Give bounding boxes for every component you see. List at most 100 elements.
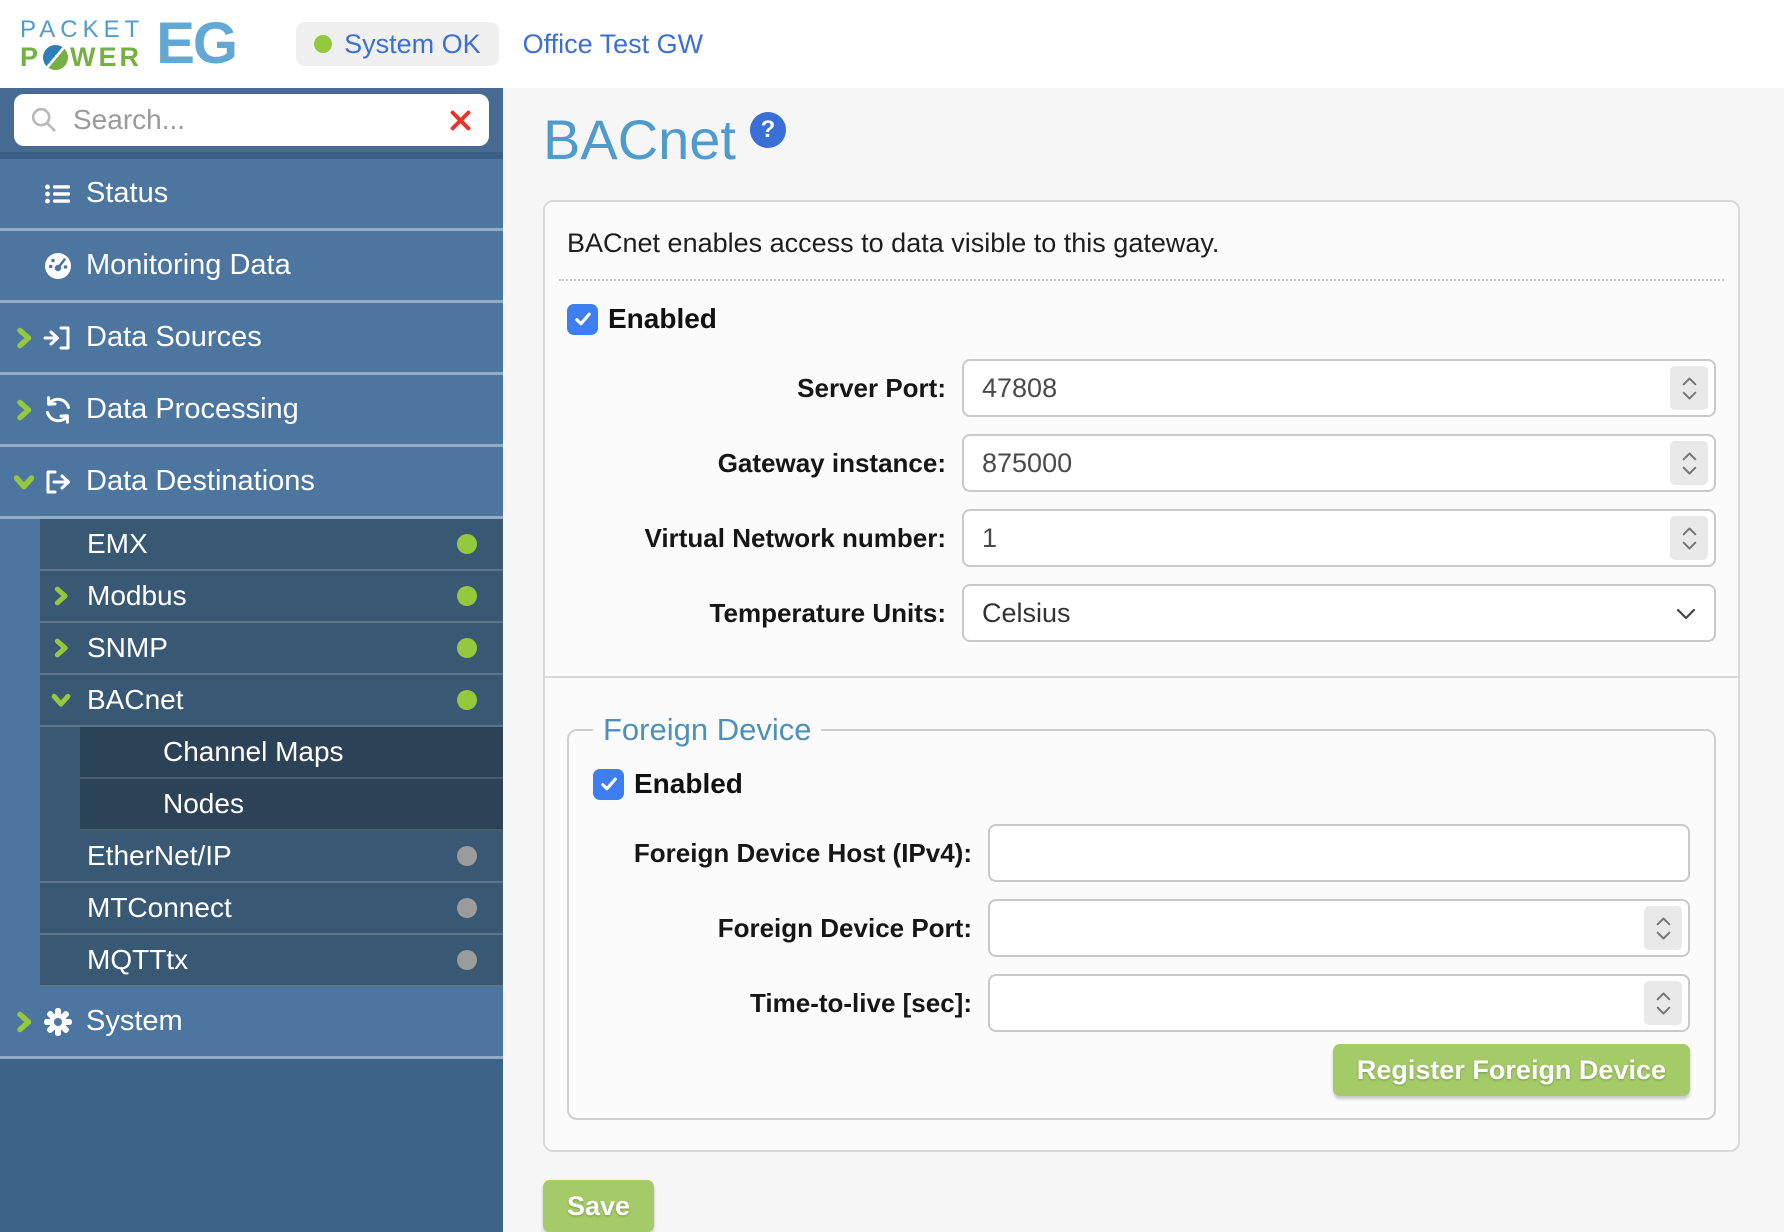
sidebar-item-data-sources-label: Data Sources	[86, 321, 262, 354]
status-dot	[457, 586, 477, 606]
status-dot	[457, 950, 477, 970]
status-dot	[457, 690, 477, 710]
time-to-live-sec-stepper[interactable]	[1644, 981, 1682, 1025]
sidebar-item-ethernet-ip[interactable]: EtherNet/IP	[40, 831, 503, 883]
search-icon	[29, 105, 59, 135]
sidebar: Status Monitoring Data Data Sources Data Pr…	[0, 88, 503, 1232]
chevron-down-icon	[12, 470, 38, 494]
server-port-row: Server Port:	[567, 359, 1716, 417]
bacnet-enabled-row: Enabled	[567, 303, 1716, 335]
sidebar-search	[0, 88, 503, 159]
foreign-device-port-input[interactable]	[988, 899, 1690, 957]
sidebar-item-data-processing-label: Data Processing	[86, 393, 299, 426]
foreign-device-enabled-label: Enabled	[634, 768, 743, 800]
list-icon	[42, 178, 74, 210]
sign-out-icon	[42, 466, 74, 498]
help-icon[interactable]: ?	[750, 112, 786, 148]
power-swirl-icon	[40, 42, 71, 73]
sidebar-item-ethernet-ip-label: EtherNet/IP	[87, 840, 232, 872]
status-dot	[457, 638, 477, 658]
bacnet-enabled-label: Enabled	[608, 303, 717, 335]
sidebar-item-bacnet-label: BACnet	[87, 684, 184, 716]
status-dot	[457, 846, 477, 866]
sidebar-item-monitoring-data[interactable]: Monitoring Data	[0, 231, 503, 303]
virtual-network-number-label: Virtual Network number:	[567, 523, 962, 554]
foreign-device-legend: Foreign Device	[593, 712, 821, 748]
sidebar-item-system[interactable]: System	[0, 987, 503, 1059]
sidebar-item-emx-label: EMX	[87, 528, 148, 560]
foreign-device-port-stepper[interactable]	[1644, 906, 1682, 950]
server-port-input[interactable]	[962, 359, 1716, 417]
gateway-instance-label: Gateway instance:	[567, 448, 962, 479]
logo-eg-text: EG	[156, 18, 236, 70]
sidebar-item-status-label: Status	[86, 177, 168, 210]
clear-search-icon[interactable]	[447, 107, 474, 134]
sidebar-item-nodes[interactable]: Nodes	[80, 779, 503, 831]
sidebar-nav: Status Monitoring Data Data Sources Data Pr…	[0, 159, 503, 1059]
sidebar-item-data-destinations[interactable]: Data Destinations	[0, 447, 503, 519]
app-header: PACKET PWER EG System OK Office Test GW	[0, 0, 1784, 88]
status-dot	[457, 898, 477, 918]
bacnet-general-section: BACnet enables access to data visible to…	[545, 202, 1738, 676]
sidebar-item-channel-maps[interactable]: Channel Maps	[80, 727, 503, 779]
gateway-instance-row: Gateway instance:	[567, 434, 1716, 492]
system-status-badge[interactable]: System OK	[296, 22, 499, 66]
chevron-right-icon	[12, 326, 38, 350]
sidebar-item-status[interactable]: Status	[0, 159, 503, 231]
chevron-right-icon	[12, 1010, 38, 1034]
foreign-device-enabled-row: Enabled	[593, 768, 1690, 800]
app-window: PACKET PWER EG System OK Office Test GW …	[0, 0, 1784, 1232]
sidebar-item-data-processing[interactable]: Data Processing	[0, 375, 503, 447]
gateway-instance-stepper[interactable]	[1670, 441, 1708, 485]
chevron-right-icon	[50, 637, 76, 659]
register-foreign-device-button[interactable]: Register Foreign Device	[1333, 1044, 1690, 1096]
server-port-stepper[interactable]	[1670, 366, 1708, 410]
sign-in-icon	[42, 322, 74, 354]
virtual-network-number-row: Virtual Network number:	[567, 509, 1716, 567]
sidebar-item-nodes-label: Nodes	[163, 788, 244, 820]
foreign-device-port-label: Foreign Device Port:	[593, 913, 988, 944]
logo-power-text: PWER	[20, 44, 144, 71]
save-button[interactable]: Save	[543, 1180, 654, 1232]
gauge-icon	[42, 250, 74, 282]
sidebar-item-bacnet[interactable]: BACnet	[40, 675, 503, 727]
sidebar-item-mtconnect-label: MTConnect	[87, 892, 232, 924]
search-input[interactable]	[71, 103, 447, 137]
gateway-instance-input[interactable]	[962, 434, 1716, 492]
chevron-right-icon	[50, 585, 76, 607]
foreign-device-enabled-checkbox[interactable]	[593, 769, 624, 800]
gateway-name-link[interactable]: Office Test GW	[523, 29, 704, 60]
status-dot	[457, 534, 477, 554]
sidebar-item-snmp-label: SNMP	[87, 632, 168, 664]
status-ok-dot	[314, 35, 332, 53]
foreign-device-host-ipv4-input[interactable]	[988, 824, 1690, 882]
foreign-device-host-ipv4-row: Foreign Device Host (IPv4):	[593, 824, 1690, 882]
refresh-icon	[42, 394, 74, 426]
bacnet-description: BACnet enables access to data visible to…	[567, 228, 1716, 259]
chevron-right-icon	[12, 398, 38, 422]
dotted-divider	[559, 279, 1724, 281]
virtual-network-number-stepper[interactable]	[1670, 516, 1708, 560]
sidebar-item-modbus[interactable]: Modbus	[40, 571, 503, 623]
sidebar-item-mqtttx[interactable]: MQTTtx	[40, 935, 503, 987]
bacnet-enabled-checkbox[interactable]	[567, 304, 598, 335]
sidebar-item-channel-maps-label: Channel Maps	[163, 736, 344, 768]
logo-packet-text: PACKET	[20, 18, 144, 42]
page-title: BACnet	[543, 108, 736, 172]
chevron-down-icon	[1676, 608, 1696, 620]
sidebar-item-data-sources[interactable]: Data Sources	[0, 303, 503, 375]
temperature-units-label: Temperature Units:	[567, 598, 962, 629]
temperature-units-select[interactable]: Celsius	[962, 584, 1716, 642]
foreign-device-port-row: Foreign Device Port:	[593, 899, 1690, 957]
sidebar-item-monitoring-data-label: Monitoring Data	[86, 249, 291, 282]
time-to-live-sec-input[interactable]	[988, 974, 1690, 1032]
sidebar-item-emx[interactable]: EMX	[40, 519, 503, 571]
sidebar-item-mtconnect[interactable]: MTConnect	[40, 883, 503, 935]
virtual-network-number-input[interactable]	[962, 509, 1716, 567]
sidebar-item-snmp[interactable]: SNMP	[40, 623, 503, 675]
foreign-device-fieldset: Foreign Device Enabled Foreign Device Ho…	[567, 712, 1716, 1120]
temperature-units-value: Celsius	[982, 598, 1071, 629]
time-to-live-sec-row: Time-to-live [sec]:	[593, 974, 1690, 1032]
sidebar-item-data-destinations-label: Data Destinations	[86, 465, 315, 498]
gear-icon	[42, 1006, 74, 1038]
